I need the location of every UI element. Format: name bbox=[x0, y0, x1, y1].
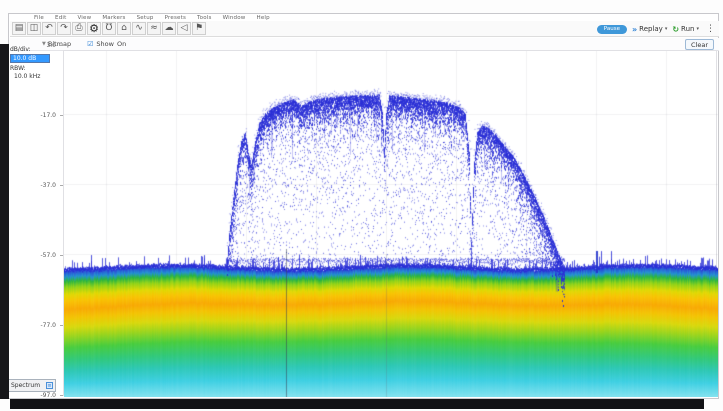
trigger-icon[interactable]: ℧ bbox=[102, 22, 116, 35]
spectrum-trace-icon[interactable]: ∿ bbox=[132, 22, 146, 35]
dpx-display-icon[interactable]: ⌂ bbox=[117, 22, 131, 35]
screen-bottom-bezel bbox=[10, 399, 704, 409]
y-axis-tick bbox=[60, 45, 63, 46]
show-toggle[interactable]: ☑ Show On bbox=[87, 40, 126, 48]
chevron-down-icon[interactable]: ▾ bbox=[696, 26, 699, 32]
run-button[interactable]: ↻ Run ▾ bbox=[672, 25, 699, 34]
undo-icon[interactable]: ↶ bbox=[42, 22, 56, 35]
replay-label: Replay bbox=[639, 25, 663, 33]
menu-item-presets[interactable]: Presets bbox=[165, 15, 186, 21]
y-axis-label: -17.0 bbox=[20, 112, 56, 119]
tab-spectrum-label: Spectrum bbox=[11, 382, 40, 389]
amplitude-icon[interactable]: ☁ bbox=[162, 22, 176, 35]
y-axis-tick bbox=[60, 395, 63, 396]
menu-item-tools[interactable]: Tools bbox=[197, 15, 212, 21]
redo-icon[interactable]: ↷ bbox=[57, 22, 71, 35]
screen-left-bezel bbox=[0, 44, 9, 399]
y-axis-label: 3.0 bbox=[20, 42, 56, 49]
dpx-bitmap-canvas[interactable] bbox=[64, 51, 718, 397]
marker-flag-icon[interactable]: ⚑ bbox=[192, 22, 206, 35]
y-axis-label: -97.0 bbox=[20, 392, 56, 399]
y-axis-tick bbox=[60, 115, 63, 116]
run-icon: ↻ bbox=[672, 25, 679, 34]
y-axis-label: -37.0 bbox=[20, 182, 56, 189]
menu-bar: File Edit View Markers Setup Presets Tools Wind… bbox=[10, 14, 700, 21]
toolbar: ▤◫↶↷⎙⚙℧⌂∿≈☁◁⚑ Pause » Replay ▾ ↻ Run ▾ ⋮ bbox=[10, 21, 719, 37]
y-axis-tick bbox=[60, 185, 63, 186]
tab-menu-icon[interactable]: ≡ bbox=[46, 382, 53, 389]
y-axis-tick bbox=[60, 325, 63, 326]
toolbar-icons: ▤◫↶↷⎙⚙℧⌂∿≈☁◁⚑ bbox=[11, 22, 206, 35]
menu-item-window[interactable]: Window bbox=[223, 15, 246, 21]
y-axis-tick bbox=[60, 255, 63, 256]
y-axis-label: -57.0 bbox=[20, 252, 56, 259]
display-save-icon[interactable]: ◫ bbox=[27, 22, 41, 35]
screenshot-stage: File Edit View Markers Setup Presets Tools Wind… bbox=[0, 0, 723, 411]
show-state: On bbox=[117, 40, 126, 48]
rbw-label: RBW: bbox=[10, 65, 62, 72]
audio-demod-icon[interactable]: ◁ bbox=[177, 22, 191, 35]
chevron-down-icon[interactable]: ▾ bbox=[665, 26, 668, 32]
menu-item-file[interactable]: File bbox=[34, 15, 44, 21]
toolbar-right-controls: Pause » Replay ▾ ↻ Run ▾ ⋮ bbox=[597, 22, 715, 36]
menu-item-markers[interactable]: Markers bbox=[102, 15, 125, 21]
pause-button[interactable]: Pause bbox=[597, 25, 627, 34]
menu-item-view[interactable]: View bbox=[77, 15, 91, 21]
parameter-panel: dB/div: 10.0 dB RBW: 10.0 kHz bbox=[10, 44, 62, 80]
show-label: Show bbox=[96, 40, 114, 48]
settings-gear-icon[interactable]: ⚙ bbox=[87, 22, 101, 35]
replay-icon: » bbox=[632, 25, 637, 34]
print-icon[interactable]: ⎙ bbox=[72, 22, 86, 35]
open-folder-icon[interactable]: ▤ bbox=[12, 22, 26, 35]
time-overview-icon[interactable]: ≈ bbox=[147, 22, 161, 35]
db-div-input[interactable]: 10.0 dB bbox=[10, 54, 50, 63]
y-axis-label: -77.0 bbox=[20, 322, 56, 329]
rbw-value: 10.0 kHz bbox=[14, 73, 62, 80]
run-label: Run bbox=[681, 25, 694, 33]
tab-spectrum[interactable]: Spectrum ≡ bbox=[8, 379, 56, 392]
menu-item-help[interactable]: Help bbox=[257, 15, 270, 21]
menu-item-edit[interactable]: Edit bbox=[55, 15, 66, 21]
checkbox-checked-icon[interactable]: ☑ bbox=[87, 40, 93, 48]
menu-item-setup[interactable]: Setup bbox=[137, 15, 154, 21]
replay-button[interactable]: » Replay ▾ bbox=[632, 25, 667, 34]
clear-button[interactable]: Clear bbox=[685, 39, 714, 50]
spectrum-display[interactable] bbox=[63, 50, 717, 396]
more-menu-icon[interactable]: ⋮ bbox=[706, 24, 715, 34]
